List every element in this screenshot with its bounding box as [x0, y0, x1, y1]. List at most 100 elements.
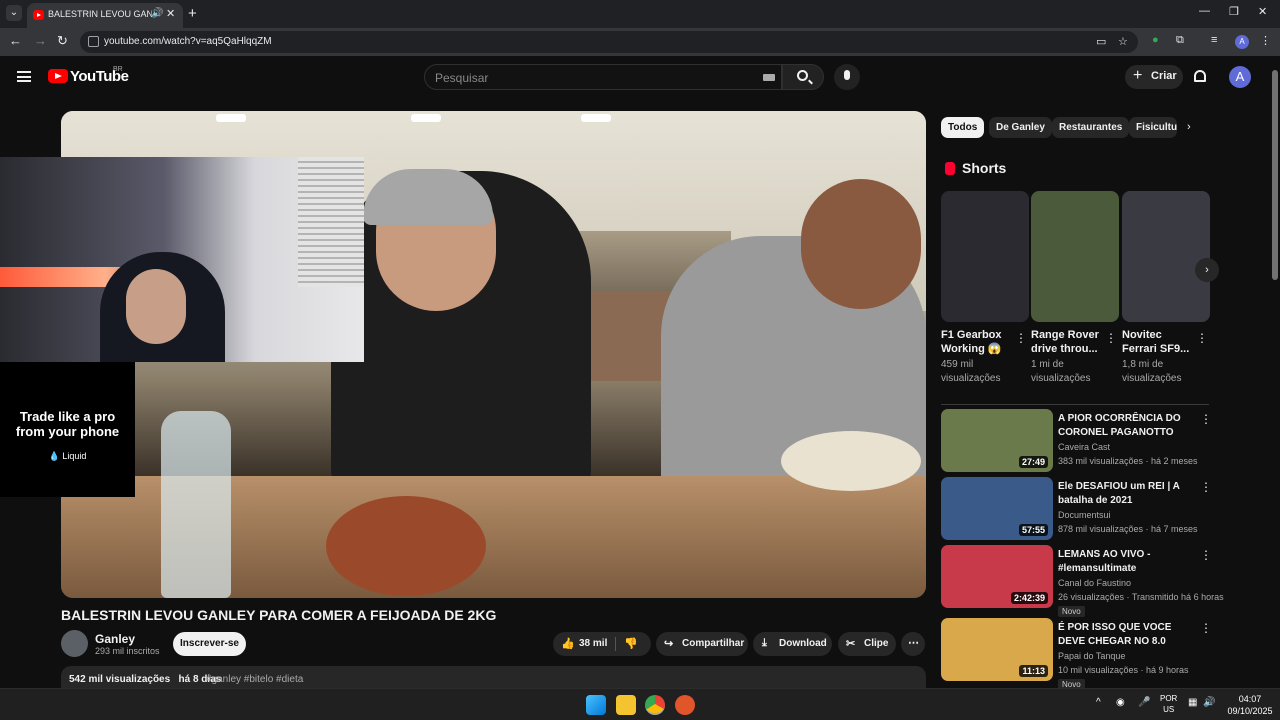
- duration-badge: 57:55: [1018, 524, 1048, 536]
- chip-fisiculturismo[interactable]: Fisiculturismo: [1129, 117, 1177, 138]
- reload-icon[interactable]: ↻: [57, 33, 68, 49]
- more-vertical-icon[interactable]: ⋮: [1015, 331, 1027, 345]
- chrome-taskbar-icon[interactable]: [645, 695, 665, 715]
- recommended-title[interactable]: A PIOR OCORRÊNCIA DO CORONEL PAGANOTTO D…: [1058, 412, 1188, 440]
- account-avatar[interactable]: A: [1229, 66, 1251, 88]
- short-thumbnail[interactable]: [941, 191, 1029, 322]
- search-input[interactable]: Pesquisar: [424, 64, 782, 90]
- volume-icon[interactable]: 🔊: [1203, 697, 1215, 708]
- short-title-line2[interactable]: Working 😱: [941, 342, 1013, 356]
- short-card[interactable]: Range Rover drive throu... ⋮ 1 mi de vis…: [1031, 191, 1119, 384]
- scrollbar-thumb[interactable]: [1272, 70, 1278, 280]
- recommended-video[interactable]: 57:55 Ele DESAFIOU um REI | A batalha de…: [941, 477, 1212, 541]
- channel-avatar[interactable]: [61, 630, 88, 657]
- clip-label: Clipe: [864, 638, 889, 649]
- share-button[interactable]: ↪ Compartilhar: [656, 632, 748, 656]
- minimize-icon[interactable]: —: [1199, 5, 1210, 17]
- youtube-logo-icon[interactable]: [48, 69, 68, 83]
- short-title[interactable]: F1 Gearbox: [941, 328, 1013, 342]
- game-launcher-icon[interactable]: [675, 695, 695, 715]
- recommended-video[interactable]: 27:49 A PIOR OCORRÊNCIA DO CORONEL PAGAN…: [941, 409, 1212, 473]
- browser-toolbar: ← → ↻ youtube.com/watch?v=aq5QaHlqqZM ▭ …: [0, 28, 1280, 56]
- like-icon[interactable]: 👍: [561, 637, 575, 650]
- tab-close-icon[interactable]: ✕: [166, 7, 175, 20]
- discord-icon[interactable]: ◉: [1116, 697, 1125, 708]
- ad-text-line1: Trade like a pro: [19, 409, 116, 424]
- page-scrollbar[interactable]: [1270, 56, 1280, 688]
- short-title-line2[interactable]: Ferrari SF9...: [1122, 342, 1194, 356]
- tray-chevron-icon[interactable]: ^: [1096, 697, 1101, 708]
- more-vertical-icon[interactable]: ⋮: [1200, 480, 1212, 494]
- windows-start-icon[interactable]: [586, 695, 606, 715]
- recommended-video[interactable]: 2:42:39 LEMANS AO VIVO - #lemansultimate…: [941, 545, 1224, 617]
- profile-avatar[interactable]: A: [1235, 35, 1249, 49]
- more-actions-button[interactable]: ⋯: [901, 632, 925, 656]
- short-title-line2[interactable]: drive throu...: [1031, 342, 1103, 356]
- hamburger-menu-icon[interactable]: [17, 71, 31, 82]
- system-clock[interactable]: 04:07 09/10/2025: [1225, 693, 1275, 717]
- search-button[interactable]: [782, 64, 824, 90]
- chip-restaurantes[interactable]: Restaurantes: [1052, 117, 1130, 138]
- ad-text-line2: from your phone: [15, 424, 120, 439]
- extension-icon[interactable]: ●: [1152, 34, 1159, 46]
- recommended-channel[interactable]: Caveira Cast: [1058, 442, 1110, 452]
- recommended-channel[interactable]: Documentsui: [1058, 510, 1111, 520]
- new-tab-button[interactable]: +: [188, 5, 197, 22]
- ad-overlay[interactable]: Trade like a pro from your phone 💧 Liqui…: [0, 362, 135, 497]
- language-indicator[interactable]: POR US: [1160, 693, 1177, 715]
- recommended-video[interactable]: 11:13 É POR ISSO QUE VOCE DEVE CHEGAR NO…: [941, 618, 1212, 690]
- chip-de-ganley[interactable]: De Ganley: [989, 117, 1052, 138]
- more-vertical-icon[interactable]: ⋮: [1105, 331, 1117, 345]
- window-close-icon[interactable]: ✕: [1258, 5, 1267, 18]
- chrome-menu-icon[interactable]: ⋮: [1260, 34, 1271, 47]
- recommended-channel[interactable]: Canal do Faustino: [1058, 578, 1131, 588]
- short-card[interactable]: Novitec Ferrari SF9... ⋮ 1,8 mi de visua…: [1122, 191, 1210, 384]
- dislike-icon[interactable]: 👎: [624, 637, 638, 650]
- like-count[interactable]: 38 mil: [579, 638, 607, 649]
- subscribe-button[interactable]: Inscrever-se: [173, 632, 246, 656]
- create-button[interactable]: + Criar: [1125, 65, 1183, 89]
- recommended-title[interactable]: É POR ISSO QUE VOCE DEVE CHEGAR NO 8.0 R…: [1058, 621, 1188, 649]
- microphone-tray-icon[interactable]: 🎤: [1138, 697, 1150, 708]
- short-thumbnail[interactable]: [1122, 191, 1210, 322]
- more-vertical-icon[interactable]: ⋮: [1200, 412, 1212, 426]
- forward-arrow-icon[interactable]: →: [34, 33, 47, 48]
- cast-icon[interactable]: ▭: [1096, 35, 1106, 48]
- browser-tab[interactable]: BALESTRIN LEVOU GANLEY PARA COMER A FEIJ…: [27, 3, 183, 28]
- address-bar[interactable]: youtube.com/watch?v=aq5QaHlqqZM ▭ ☆: [80, 31, 1138, 53]
- more-vertical-icon[interactable]: ⋮: [1200, 621, 1212, 635]
- more-vertical-icon[interactable]: ⋮: [1200, 548, 1212, 562]
- notifications-bell-icon[interactable]: [1194, 70, 1206, 82]
- keyboard-icon[interactable]: [763, 74, 775, 81]
- tab-search-icon[interactable]: ⌄: [6, 5, 22, 21]
- back-arrow-icon[interactable]: ←: [9, 33, 22, 48]
- recommended-title[interactable]: Ele DESAFIOU um REI | A batalha de 2021: [1058, 480, 1188, 508]
- short-title[interactable]: Novitec: [1122, 328, 1194, 342]
- chip-all[interactable]: Todos: [941, 117, 985, 138]
- site-info-icon[interactable]: [88, 36, 99, 47]
- shorts-next-arrow-icon[interactable]: ›: [1195, 258, 1219, 282]
- recommended-channel[interactable]: Papai do Tanque: [1058, 651, 1125, 661]
- download-button[interactable]: ⤓ Download: [753, 632, 832, 656]
- short-title[interactable]: Range Rover: [1031, 328, 1103, 342]
- clip-button[interactable]: ✂ Clipe: [838, 632, 896, 656]
- voice-search-button[interactable]: [834, 64, 860, 90]
- short-thumbnail[interactable]: [1031, 191, 1119, 322]
- bookmark-star-icon[interactable]: ☆: [1118, 35, 1128, 48]
- water-bottle: [161, 411, 231, 598]
- duration-badge: 2:42:39: [1010, 592, 1048, 604]
- channel-name[interactable]: Ganley: [95, 632, 135, 646]
- extensions-puzzle-icon[interactable]: ⧉: [1176, 34, 1184, 47]
- streamer-face: [126, 269, 186, 344]
- recommended-title[interactable]: LEMANS AO VIVO - #lemansultimate: [1058, 548, 1188, 576]
- url-text[interactable]: youtube.com/watch?v=aq5QaHlqqZM: [104, 36, 272, 47]
- short-card[interactable]: F1 Gearbox Working 😱 ⋮ 459 mil visualiza…: [941, 191, 1029, 384]
- reading-list-icon[interactable]: ≡: [1211, 34, 1217, 46]
- file-explorer-icon[interactable]: [616, 695, 636, 715]
- more-vertical-icon[interactable]: ⋮: [1196, 331, 1208, 345]
- hashtags[interactable]: #ganley #bitelo #dieta: [206, 674, 303, 685]
- speaker-icon[interactable]: 🔊: [151, 8, 163, 19]
- chevron-right-icon[interactable]: ›: [1187, 121, 1191, 133]
- restore-icon[interactable]: ❐: [1229, 5, 1239, 18]
- network-icon[interactable]: ▦: [1188, 697, 1197, 708]
